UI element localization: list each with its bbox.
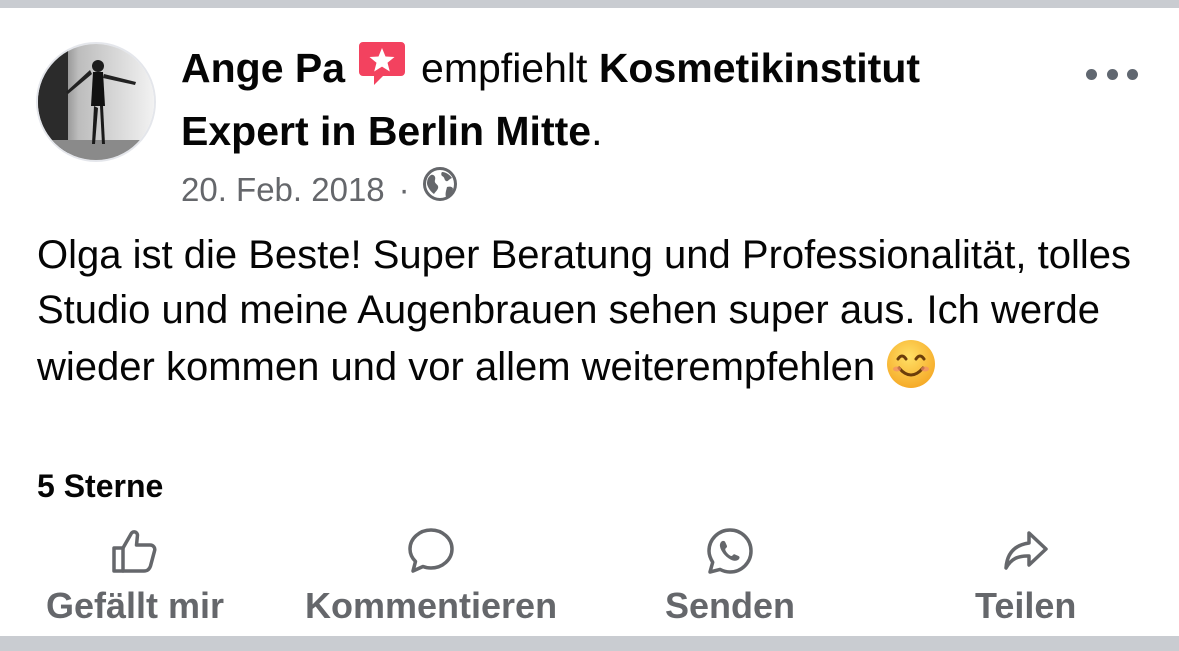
comment-bubble-icon — [406, 526, 456, 576]
post-text: Olga ist die Beste! Super Beratung und P… — [37, 233, 1131, 389]
share-label: Teilen — [975, 585, 1077, 626]
post-meta: 20. Feb. 2018 · — [181, 166, 458, 213]
more-options-button[interactable] — [1086, 66, 1138, 82]
avatar[interactable] — [36, 42, 156, 162]
post-card: Ange Pa empfiehlt Kosmetikinstitut Expert… — [0, 8, 1179, 636]
rating-label: 5 Sterne — [37, 468, 164, 504]
send-label: Senden — [665, 585, 796, 626]
more-options-icon — [1106, 68, 1118, 80]
post-body: Olga ist die Beste! Super Beratung und P… — [37, 228, 1147, 405]
meta-separator: · — [398, 170, 410, 208]
send-button[interactable]: Senden — [665, 526, 795, 628]
post-date[interactable]: 20. Feb. 2018 — [181, 168, 385, 212]
comment-label: Kommentieren — [305, 585, 558, 626]
recommend-verb: empfiehlt — [421, 45, 588, 91]
post-header: Ange Pa empfiehlt Kosmetikinstitut Expert… — [181, 38, 1041, 160]
like-label: Gefällt mir — [46, 585, 225, 626]
like-button[interactable]: Gefällt mir — [46, 526, 224, 628]
share-button[interactable]: Teilen — [975, 526, 1076, 628]
globe-icon — [422, 166, 458, 213]
header-period: . — [591, 108, 603, 154]
more-options-icon — [1086, 68, 1097, 80]
avatar-photo — [38, 44, 154, 160]
comment-button[interactable]: Kommentieren — [305, 526, 557, 628]
more-options-icon — [1127, 68, 1138, 80]
action-bar: Gefällt mir Kommentieren Senden Teilen — [0, 526, 1179, 631]
smiling-face-emoji-icon — [885, 338, 937, 405]
recommend-star-badge-icon — [357, 38, 407, 103]
author-name[interactable]: Ange Pa — [181, 45, 345, 91]
share-arrow-icon — [1001, 526, 1051, 576]
like-thumb-icon — [110, 526, 160, 576]
whatsapp-icon — [705, 526, 755, 576]
